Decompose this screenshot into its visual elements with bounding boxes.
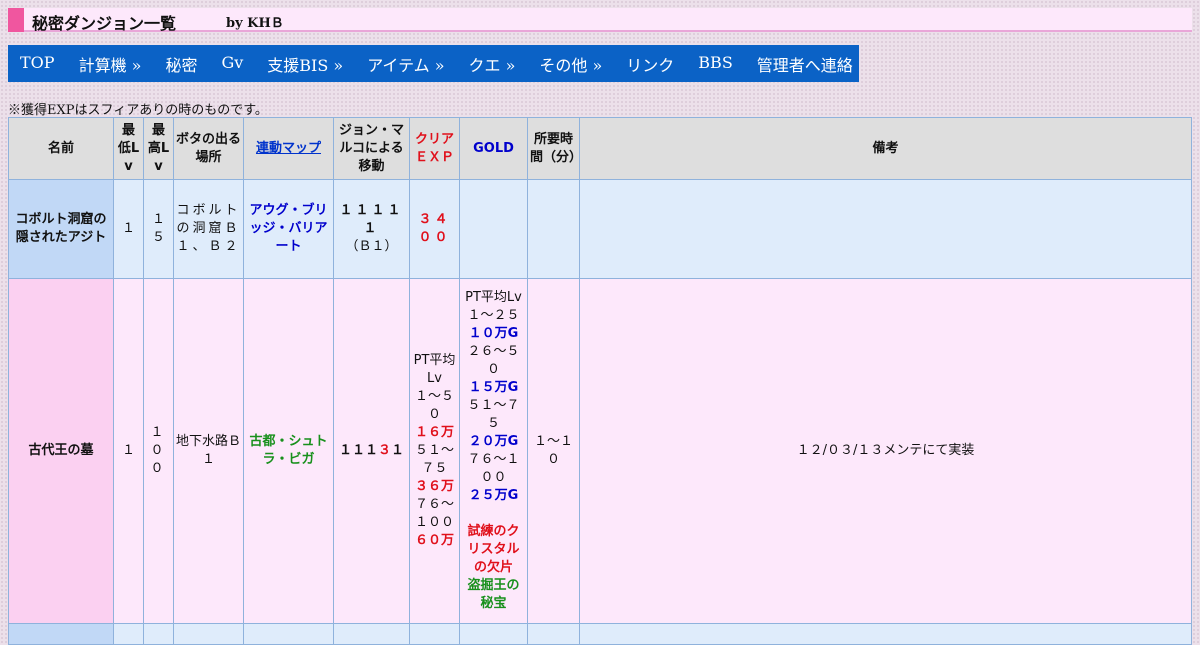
gold-item-reward: 盗掘王の秘宝	[467, 578, 520, 611]
col-header-name: 名前	[8, 117, 114, 180]
table-row: 古代王の墓 １ １００ 地下水路Ｂ１ 古都・シュトラ・ビガ １１１３１ PT平均…	[8, 278, 1192, 624]
col-header-min-lv: 最低Lv	[113, 117, 144, 180]
nav-calculator[interactable]: 計算機 »	[67, 45, 154, 82]
jon-marco: １１１１１ （Ｂ１）	[333, 179, 410, 279]
gold-tier-value: １５万G	[468, 380, 519, 395]
nav-top[interactable]: TOP	[8, 45, 67, 82]
linked-map: 古都・シュトラ・ビガ	[243, 278, 334, 624]
exp-tier-value: ６０万	[414, 533, 454, 548]
jon-marco-code-b: ３	[377, 443, 391, 458]
time: １～１０	[527, 278, 580, 624]
jon-marco-code-a: １１１	[338, 443, 378, 458]
gold: PT平均Lv １～２５ １０万G ２６～５０ １５万G ５１～７５ ２０万G ７…	[459, 278, 528, 624]
col-header-boss: ボタの出る場所	[173, 117, 244, 180]
page-title: 秘密ダンジョン一覧	[32, 14, 177, 33]
gold-item-reward: 試練のクリスタルの欠片	[467, 524, 520, 575]
main-nav: TOP 計算機 » 秘密 Gv 支援BIS » アイテム » クエ » その他 …	[8, 45, 859, 82]
clear-exp: ３４００	[409, 179, 460, 279]
gold-tier-range: ２６～５０	[467, 344, 520, 377]
nav-bbs[interactable]: BBS	[686, 45, 744, 82]
nav-secret[interactable]: 秘密	[153, 45, 209, 82]
exp-tier-value: １６万	[414, 425, 454, 440]
exp-tier-range: ５１～７５	[414, 443, 454, 476]
boss-location: コボルトの洞窟Ｂ１、Ｂ２	[173, 179, 244, 279]
jon-marco-floor: （Ｂ１）	[345, 239, 398, 254]
gold-tier-value: ２５万G	[468, 488, 519, 503]
table-row: コボルト洞窟の隠されたアジト １ １５ コボルトの洞窟Ｂ１、Ｂ２ アウグ・ブリッ…	[8, 179, 1192, 279]
nav-support-bis[interactable]: 支援BIS »	[255, 45, 355, 82]
gold-tier-value: ２０万G	[468, 434, 519, 449]
col-header-remark: 備考	[579, 117, 1192, 180]
remark: １２/０３/１３メンテにて実装	[579, 278, 1192, 624]
gold-tier-range: １～２５	[467, 308, 520, 323]
jon-marco: １１１３１	[333, 278, 410, 624]
table-row-partial	[8, 623, 1192, 645]
max-lv: １００	[143, 278, 174, 624]
gold	[459, 179, 528, 279]
nav-other[interactable]: その他 »	[527, 45, 614, 82]
max-lv: １５	[143, 179, 174, 279]
gold-tier-range: ５１～７５	[467, 398, 520, 431]
dungeon-table: 名前 最低Lv 最高Lv ボタの出る場所 連動マップ ジョン・マルコによる移動 …	[8, 117, 1192, 645]
nav-gv[interactable]: Gv	[209, 45, 255, 82]
exp-tier-value: ３６万	[414, 479, 454, 494]
col-header-jon: ジョン・マルコによる移動	[333, 117, 410, 180]
author-credit: by KHＢ	[226, 16, 284, 31]
remark	[579, 179, 1192, 279]
gold-tier-value: １０万G	[468, 326, 519, 341]
boss-location: 地下水路Ｂ１	[173, 278, 244, 624]
min-lv: １	[113, 179, 144, 279]
jon-marco-code: １１１１１	[339, 203, 404, 236]
col-header-time: 所要時間（分）	[527, 117, 582, 180]
col-header-map: 連動マップ	[243, 117, 334, 180]
exp-note: ※獲得EXPはスフィアありの時のものです。	[8, 103, 268, 118]
clear-exp: PT平均 Lv １～５０ １６万 ５１～７５ ３６万 ７６～１００ ６０万	[409, 278, 460, 624]
dungeon-name: 古代王の墓	[8, 278, 114, 624]
min-lv: １	[113, 278, 144, 624]
nav-quest[interactable]: クエ »	[457, 45, 528, 82]
table-header-row: 名前 最低Lv 最高Lv ボタの出る場所 連動マップ ジョン・マルコによる移動 …	[8, 117, 1192, 180]
linked-map-link[interactable]: 連動マップ	[256, 141, 321, 156]
col-header-gold: GOLD	[459, 117, 528, 180]
title-mark	[8, 8, 24, 32]
nav-contact-admin[interactable]: 管理者へ連絡	[745, 45, 865, 82]
nav-item[interactable]: アイテム »	[355, 45, 456, 82]
jon-marco-code-c: １	[391, 443, 405, 458]
gold-pt-label: PT平均Lv	[465, 290, 522, 305]
exp-tier-range: １～５０	[414, 389, 454, 422]
title-bar: 秘密ダンジョン一覧 by KHＢ	[8, 8, 1192, 33]
exp-tier-range: ７６～１００	[414, 497, 454, 530]
nav-link[interactable]: リンク	[614, 45, 686, 82]
dungeon-name: コボルト洞窟の隠されたアジト	[8, 179, 114, 279]
col-header-clear-exp: クリアＥＸＰ	[409, 117, 460, 180]
linked-map: アウグ・ブリッジ・バリアート	[243, 179, 334, 279]
exp-pt-label: PT平均 Lv	[413, 353, 456, 386]
gold-tier-range: ７６～１００	[467, 452, 520, 485]
col-header-max-lv: 最高Lv	[143, 117, 174, 180]
time	[527, 179, 580, 279]
